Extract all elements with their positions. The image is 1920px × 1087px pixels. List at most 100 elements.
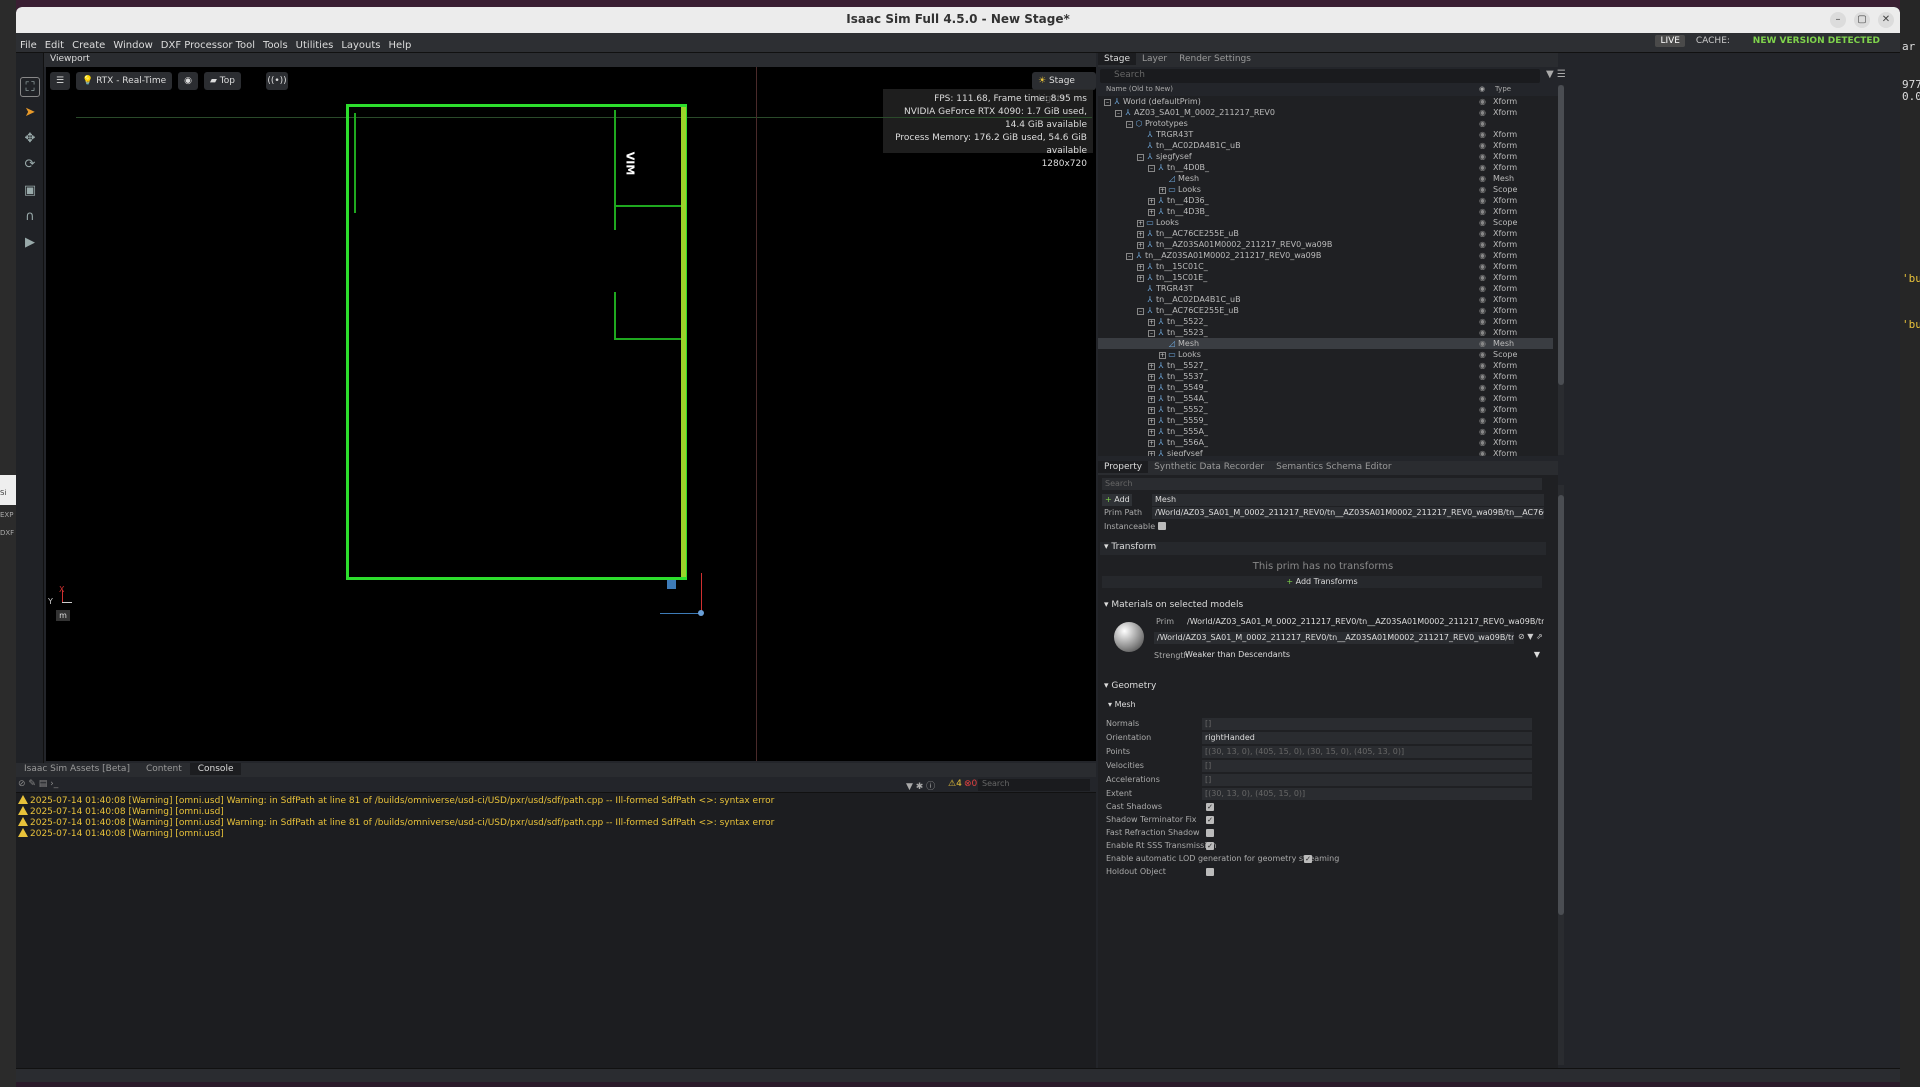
audio-icon[interactable]: ((•)) — [266, 72, 288, 90]
stage-tree-row[interactable]: – ⅄ AZ03_SA01_M_0002_211217_REV0 ◉ Xform — [1098, 107, 1553, 118]
visibility-eye-icon[interactable]: ◉ — [1479, 217, 1486, 228]
expand-icon[interactable]: + — [1159, 187, 1166, 194]
prim-path-field[interactable]: /World/AZ03_SA01_M_0002_211217_REV0/tn__… — [1152, 507, 1544, 519]
header-type[interactable]: Type — [1495, 85, 1511, 93]
menu-file[interactable]: File — [16, 37, 41, 51]
stage-tree-row[interactable]: + ⅄ tn__555A_ ◉ Xform — [1098, 426, 1553, 437]
checkbox[interactable] — [1206, 868, 1214, 876]
visibility-eye-icon[interactable]: ◉ — [1479, 195, 1486, 206]
visibility-eye-icon[interactable]: ◉ — [1479, 437, 1486, 448]
stage-tree-row[interactable]: + ⅄ tn__15C01C_ ◉ Xform — [1098, 261, 1553, 272]
header-name[interactable]: Name (Old to New) — [1106, 85, 1173, 93]
collapse-icon[interactable]: – — [1137, 308, 1144, 315]
stage-tree-row[interactable]: + ⅄ tn__5559_ ◉ Xform — [1098, 415, 1553, 426]
filter-icon[interactable]: ▼ ✱ ⓘ — [906, 779, 935, 792]
visibility-eye-icon[interactable]: ◉ — [1479, 283, 1486, 294]
stage-tree-row[interactable]: + ⅄ tn__554A_ ◉ Xform — [1098, 393, 1553, 404]
stage-scrollbar-thumb[interactable] — [1558, 85, 1564, 385]
field-value[interactable]: rightHanded — [1202, 732, 1532, 744]
property-search-input[interactable]: Search — [1102, 478, 1542, 490]
expand-icon[interactable]: + — [1159, 352, 1166, 359]
gizmo-x-axis[interactable] — [660, 613, 702, 614]
visibility-eye-icon[interactable]: ◉ — [1479, 426, 1486, 437]
stage-tree-row[interactable]: + ▭ Looks ◉ Scope — [1098, 184, 1553, 195]
stage-tree-row[interactable]: + ⅄ tn__15C01E_ ◉ Xform — [1098, 272, 1553, 283]
eye-icon[interactable]: ◉ — [178, 72, 198, 90]
settings-icon[interactable]: ☰ — [50, 72, 70, 90]
visibility-eye-icon[interactable]: ◉ — [1479, 261, 1486, 272]
viewport[interactable]: ☰ 💡 RTX - Real-Time ◉ ▰ Top ((•)) ☀ Stag… — [46, 67, 1096, 761]
collapse-icon[interactable]: – — [1115, 110, 1122, 117]
stage-tree-row[interactable]: + ⅄ tn__556A_ ◉ Xform — [1098, 437, 1553, 448]
expand-icon[interactable]: + — [1148, 451, 1155, 456]
property-scrollbar-thumb[interactable] — [1558, 495, 1564, 915]
error-count-icon[interactable]: ⊗0 — [964, 779, 977, 789]
viewport-tab[interactable]: Viewport — [44, 53, 1096, 67]
stage-tree-row[interactable]: + ⅄ tn__AC76CE255E_uB ◉ Xform — [1098, 228, 1553, 239]
checkbox[interactable]: ✓ — [1304, 855, 1312, 863]
stage-tree-row[interactable]: – ⬡ Prototypes ◉ — [1098, 118, 1553, 129]
checkbox[interactable]: ✓ — [1206, 816, 1214, 824]
material-path-field[interactable]: /World/AZ03_SA01_M_0002_211217_REV0/tn__… — [1154, 632, 1514, 644]
new-version-label[interactable]: NEW VERSION DETECTED — [1753, 36, 1880, 46]
visibility-eye-icon[interactable]: ◉ — [1479, 349, 1486, 360]
visibility-eye-icon[interactable]: ◉ — [1479, 305, 1486, 316]
checkbox[interactable] — [1206, 829, 1214, 837]
stage-tree-row[interactable]: – ⅄ tn__AC76CE255E_uB ◉ Xform — [1098, 305, 1553, 316]
expand-icon[interactable]: + — [1137, 264, 1144, 271]
stage-tree-row[interactable]: + ⅄ tn__AZ03SA01M0002_211217_REV0_wa09B ◉ Xf… — [1098, 239, 1553, 250]
tab-synthetic-data-recorder[interactable]: Synthetic Data Recorder — [1148, 461, 1270, 473]
stage-lights-button[interactable]: ☀ Stage Lights — [1032, 72, 1096, 104]
menu-help[interactable]: Help — [385, 37, 416, 51]
mesh-outline[interactable] — [346, 104, 687, 580]
move-icon[interactable]: ✥ — [20, 129, 40, 149]
tab-property[interactable]: Property — [1098, 461, 1149, 473]
collapse-icon[interactable]: – — [1126, 253, 1133, 260]
visibility-eye-icon[interactable]: ◉ — [1479, 327, 1486, 338]
add-transforms-button[interactable]: + Add Transforms — [1102, 576, 1542, 588]
expand-icon[interactable]: + — [1137, 220, 1144, 227]
snap-icon[interactable]: ⛶ — [20, 77, 40, 97]
stage-tree-row[interactable]: + ⅄ tn__5552_ ◉ Xform — [1098, 404, 1553, 415]
render-mode-button[interactable]: 💡 RTX - Real-Time — [76, 72, 173, 90]
select-icon[interactable]: ➤ — [20, 103, 40, 123]
tab-semantics-schema-editor[interactable]: Semantics Schema Editor — [1270, 461, 1397, 473]
expand-icon[interactable]: + — [1137, 242, 1144, 249]
menu-edit[interactable]: Edit — [41, 37, 68, 51]
console-search-input[interactable]: Search — [978, 779, 1090, 791]
collapse-icon[interactable]: – — [1104, 99, 1111, 106]
expand-icon[interactable]: + — [1137, 231, 1144, 238]
stage-tree-row[interactable]: – ⅄ World (defaultPrim) ◉ Xform — [1098, 96, 1553, 107]
checkbox[interactable]: ✓ — [1206, 842, 1214, 850]
visibility-eye-icon[interactable]: ◉ — [1479, 184, 1486, 195]
tab-isaac-sim-assets[interactable]: Isaac Sim Assets [Beta] — [16, 763, 138, 775]
stage-tree-row[interactable]: ◿ Mesh ◉ Mesh — [1098, 173, 1553, 184]
geometry-section-header[interactable]: ▾ Geometry — [1100, 681, 1546, 694]
visibility-eye-icon[interactable]: ◉ — [1479, 250, 1486, 261]
tab-content[interactable]: Content — [138, 763, 190, 775]
materials-section-header[interactable]: ▾ Materials on selected models — [1100, 600, 1546, 613]
visibility-eye-icon[interactable]: ◉ — [1479, 404, 1486, 415]
visibility-eye-icon[interactable]: ◉ — [1479, 151, 1486, 162]
field-value[interactable]: [(30, 13, 0), (405, 15, 0), (30, 15, 0),… — [1202, 746, 1532, 758]
menu-dxf-processor[interactable]: DXF Processor Tool — [157, 37, 259, 51]
stage-tree-row[interactable]: + ⅄ sjegfysef ◉ Xform — [1098, 448, 1553, 456]
instanceable-checkbox[interactable] — [1158, 522, 1166, 530]
visibility-eye-icon[interactable]: ◉ — [1479, 239, 1486, 250]
expand-icon[interactable]: + — [1148, 319, 1155, 326]
property-scrollbar[interactable] — [1558, 485, 1564, 1065]
stage-tree-row[interactable]: + ⅄ tn__5522_ ◉ Xform — [1098, 316, 1553, 327]
tab-console[interactable]: Console — [189, 763, 242, 775]
gizmo-plane-handle[interactable] — [667, 580, 676, 589]
tab-layer[interactable]: Layer — [1136, 53, 1173, 65]
stage-tree-row[interactable]: ⅄ TRGR43T ◉ Xform — [1098, 283, 1553, 294]
visibility-eye-icon[interactable]: ◉ — [1479, 129, 1486, 140]
expand-icon[interactable]: + — [1148, 429, 1155, 436]
expand-icon[interactable]: + — [1148, 396, 1155, 403]
console-log[interactable]: 2025-07-14 01:40:08 [Warning] [omni.usd]… — [16, 793, 1096, 1068]
visibility-eye-icon[interactable]: ◉ — [1479, 107, 1486, 118]
expand-icon[interactable]: + — [1148, 385, 1155, 392]
field-value[interactable]: [] — [1202, 774, 1532, 786]
play-icon[interactable]: ▶ — [20, 233, 40, 253]
transform-section-header[interactable]: ▾ Transform — [1100, 542, 1546, 555]
